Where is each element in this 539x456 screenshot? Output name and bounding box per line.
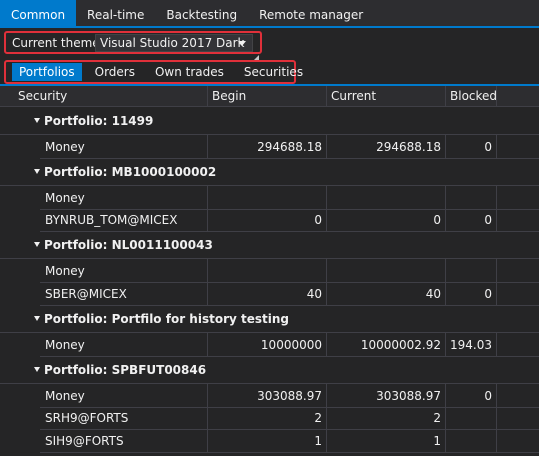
cell-blocked: 0 (446, 135, 497, 159)
table-row[interactable]: Money 303088.97 303088.97 0 (0, 384, 539, 408)
cell-blocked (446, 259, 497, 283)
collapse-triangle-icon[interactable] (34, 118, 40, 123)
collapse-triangle-icon[interactable] (34, 367, 40, 372)
cell-filler (497, 259, 539, 283)
cell-current: 0 (327, 208, 446, 232)
column-header-security[interactable]: Security (14, 86, 208, 107)
cell-begin: 0 (208, 208, 327, 232)
cell-filler (497, 186, 539, 210)
column-header-blocked[interactable]: Blocked (446, 86, 497, 107)
table-row[interactable]: Money (0, 259, 539, 283)
group-title: Portfolio: Portfilo for history testing (44, 312, 289, 326)
tab-common[interactable]: Common (0, 0, 77, 26)
tab-portfolios[interactable]: Portfolios (12, 63, 82, 81)
tab-real-time[interactable]: Real-time (76, 0, 155, 26)
cell-blocked: 0 (446, 384, 497, 408)
cell-security: Money (40, 333, 208, 357)
cell-begin: 303088.97 (208, 384, 327, 408)
collapse-triangle-icon[interactable] (34, 169, 40, 174)
theme-row: Current theme Visual Studio 2017 Dark (4, 31, 262, 54)
cell-filler (497, 282, 539, 306)
group-title: Portfolio: 11499 (44, 114, 154, 128)
cell-filler (497, 333, 539, 357)
portfolio-grid: Security Begin Current Blocked Portfolio… (0, 86, 539, 456)
cell-security: Money (40, 186, 208, 210)
table-row[interactable]: Money 294688.18 294688.18 0 (0, 135, 539, 159)
theme-dropdown-value: Visual Studio 2017 Dark (100, 36, 245, 50)
cell-security: SBER@MICEX (40, 282, 208, 306)
group-title: Portfolio: SPBFUT00846 (44, 363, 207, 377)
collapse-triangle-icon[interactable] (34, 316, 40, 321)
tab-securities[interactable]: Securities (237, 63, 310, 81)
cell-filler (497, 429, 539, 453)
cell-security: Money (40, 384, 208, 408)
cell-current: 294688.18 (327, 135, 446, 159)
group-row[interactable]: Portfolio: SPBFUT00846 (0, 357, 539, 384)
theme-label: Current theme (12, 35, 100, 50)
theme-dropdown[interactable]: Visual Studio 2017 Dark (95, 34, 253, 52)
cell-begin: 10000000 (208, 333, 327, 357)
cell-current: 40 (327, 282, 446, 306)
cell-security: Money (40, 135, 208, 159)
cell-blocked: 0 (446, 208, 497, 232)
sub-tab-bar: Portfolios Orders Own trades Securities (4, 60, 303, 84)
cell-current: 1 (327, 429, 446, 453)
tab-own-trades[interactable]: Own trades (148, 63, 231, 81)
cell-current: 10000002.92 (327, 333, 446, 357)
tab-backtesting[interactable]: Backtesting (155, 0, 248, 26)
cell-begin: 2 (208, 406, 327, 430)
cell-filler (497, 406, 539, 430)
table-row[interactable]: Money 10000000 10000002.92 194.03 (0, 333, 539, 357)
cell-blocked (446, 186, 497, 210)
table-row[interactable]: SRH9@FORTS 2 2 (0, 406, 539, 430)
cell-current (327, 259, 446, 283)
group-row[interactable]: Portfolio: NL0011100043 (0, 232, 539, 259)
cell-begin: 40 (208, 282, 327, 306)
table-row[interactable]: Money (0, 186, 539, 210)
cell-filler (497, 384, 539, 408)
table-row[interactable]: SIH9@FORTS 1 1 (0, 429, 539, 453)
cell-current: 2 (327, 406, 446, 430)
cell-current: 303088.97 (327, 384, 446, 408)
tab-orders[interactable]: Orders (88, 63, 142, 81)
grid-header: Security Begin Current Blocked (0, 86, 539, 107)
tab-remote-manager[interactable]: Remote manager (248, 0, 374, 26)
cell-begin: 1 (208, 429, 327, 453)
group-row[interactable]: Portfolio: 11499 (0, 108, 539, 135)
group-title: Portfolio: MB1000100002 (44, 165, 217, 179)
group-title: Portfolio: NL0011100043 (44, 238, 213, 252)
cell-filler (497, 135, 539, 159)
group-row[interactable]: Portfolio: MB1000100002 (0, 159, 539, 186)
cell-blocked: 0 (446, 282, 497, 306)
main-tab-bar: Common Real-time Backtesting Remote mana… (0, 0, 539, 28)
cell-filler (497, 208, 539, 232)
cell-security: SRH9@FORTS (40, 406, 208, 430)
cell-begin (208, 259, 327, 283)
table-row[interactable]: BYNRUB_TOM@MICEX 0 0 0 (0, 208, 539, 232)
table-row[interactable]: SBER@MICEX 40 40 0 (0, 282, 539, 306)
group-row[interactable]: Portfolio: Portfilo for history testing (0, 306, 539, 333)
cell-begin (208, 186, 327, 210)
collapse-triangle-icon[interactable] (34, 242, 40, 247)
cell-blocked: 194.03 (446, 333, 497, 357)
cell-security: BYNRUB_TOM@MICEX (40, 208, 208, 232)
cell-begin: 294688.18 (208, 135, 327, 159)
cell-current (327, 186, 446, 210)
column-header-current[interactable]: Current (327, 86, 446, 107)
cell-blocked (446, 429, 497, 453)
cell-security: Money (40, 259, 208, 283)
chevron-down-icon (238, 41, 246, 46)
column-header-begin[interactable]: Begin (208, 86, 327, 107)
cell-blocked (446, 406, 497, 430)
cell-security: SIH9@FORTS (40, 429, 208, 453)
